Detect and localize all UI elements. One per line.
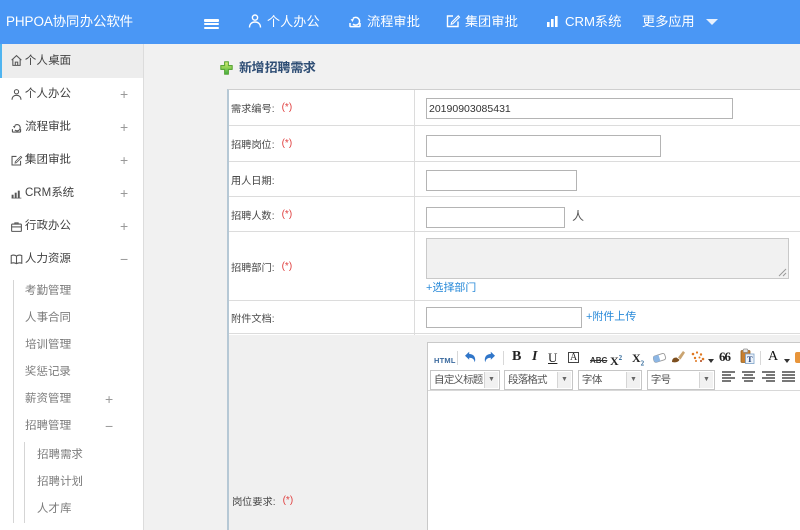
svg-text:T: T xyxy=(747,354,753,364)
